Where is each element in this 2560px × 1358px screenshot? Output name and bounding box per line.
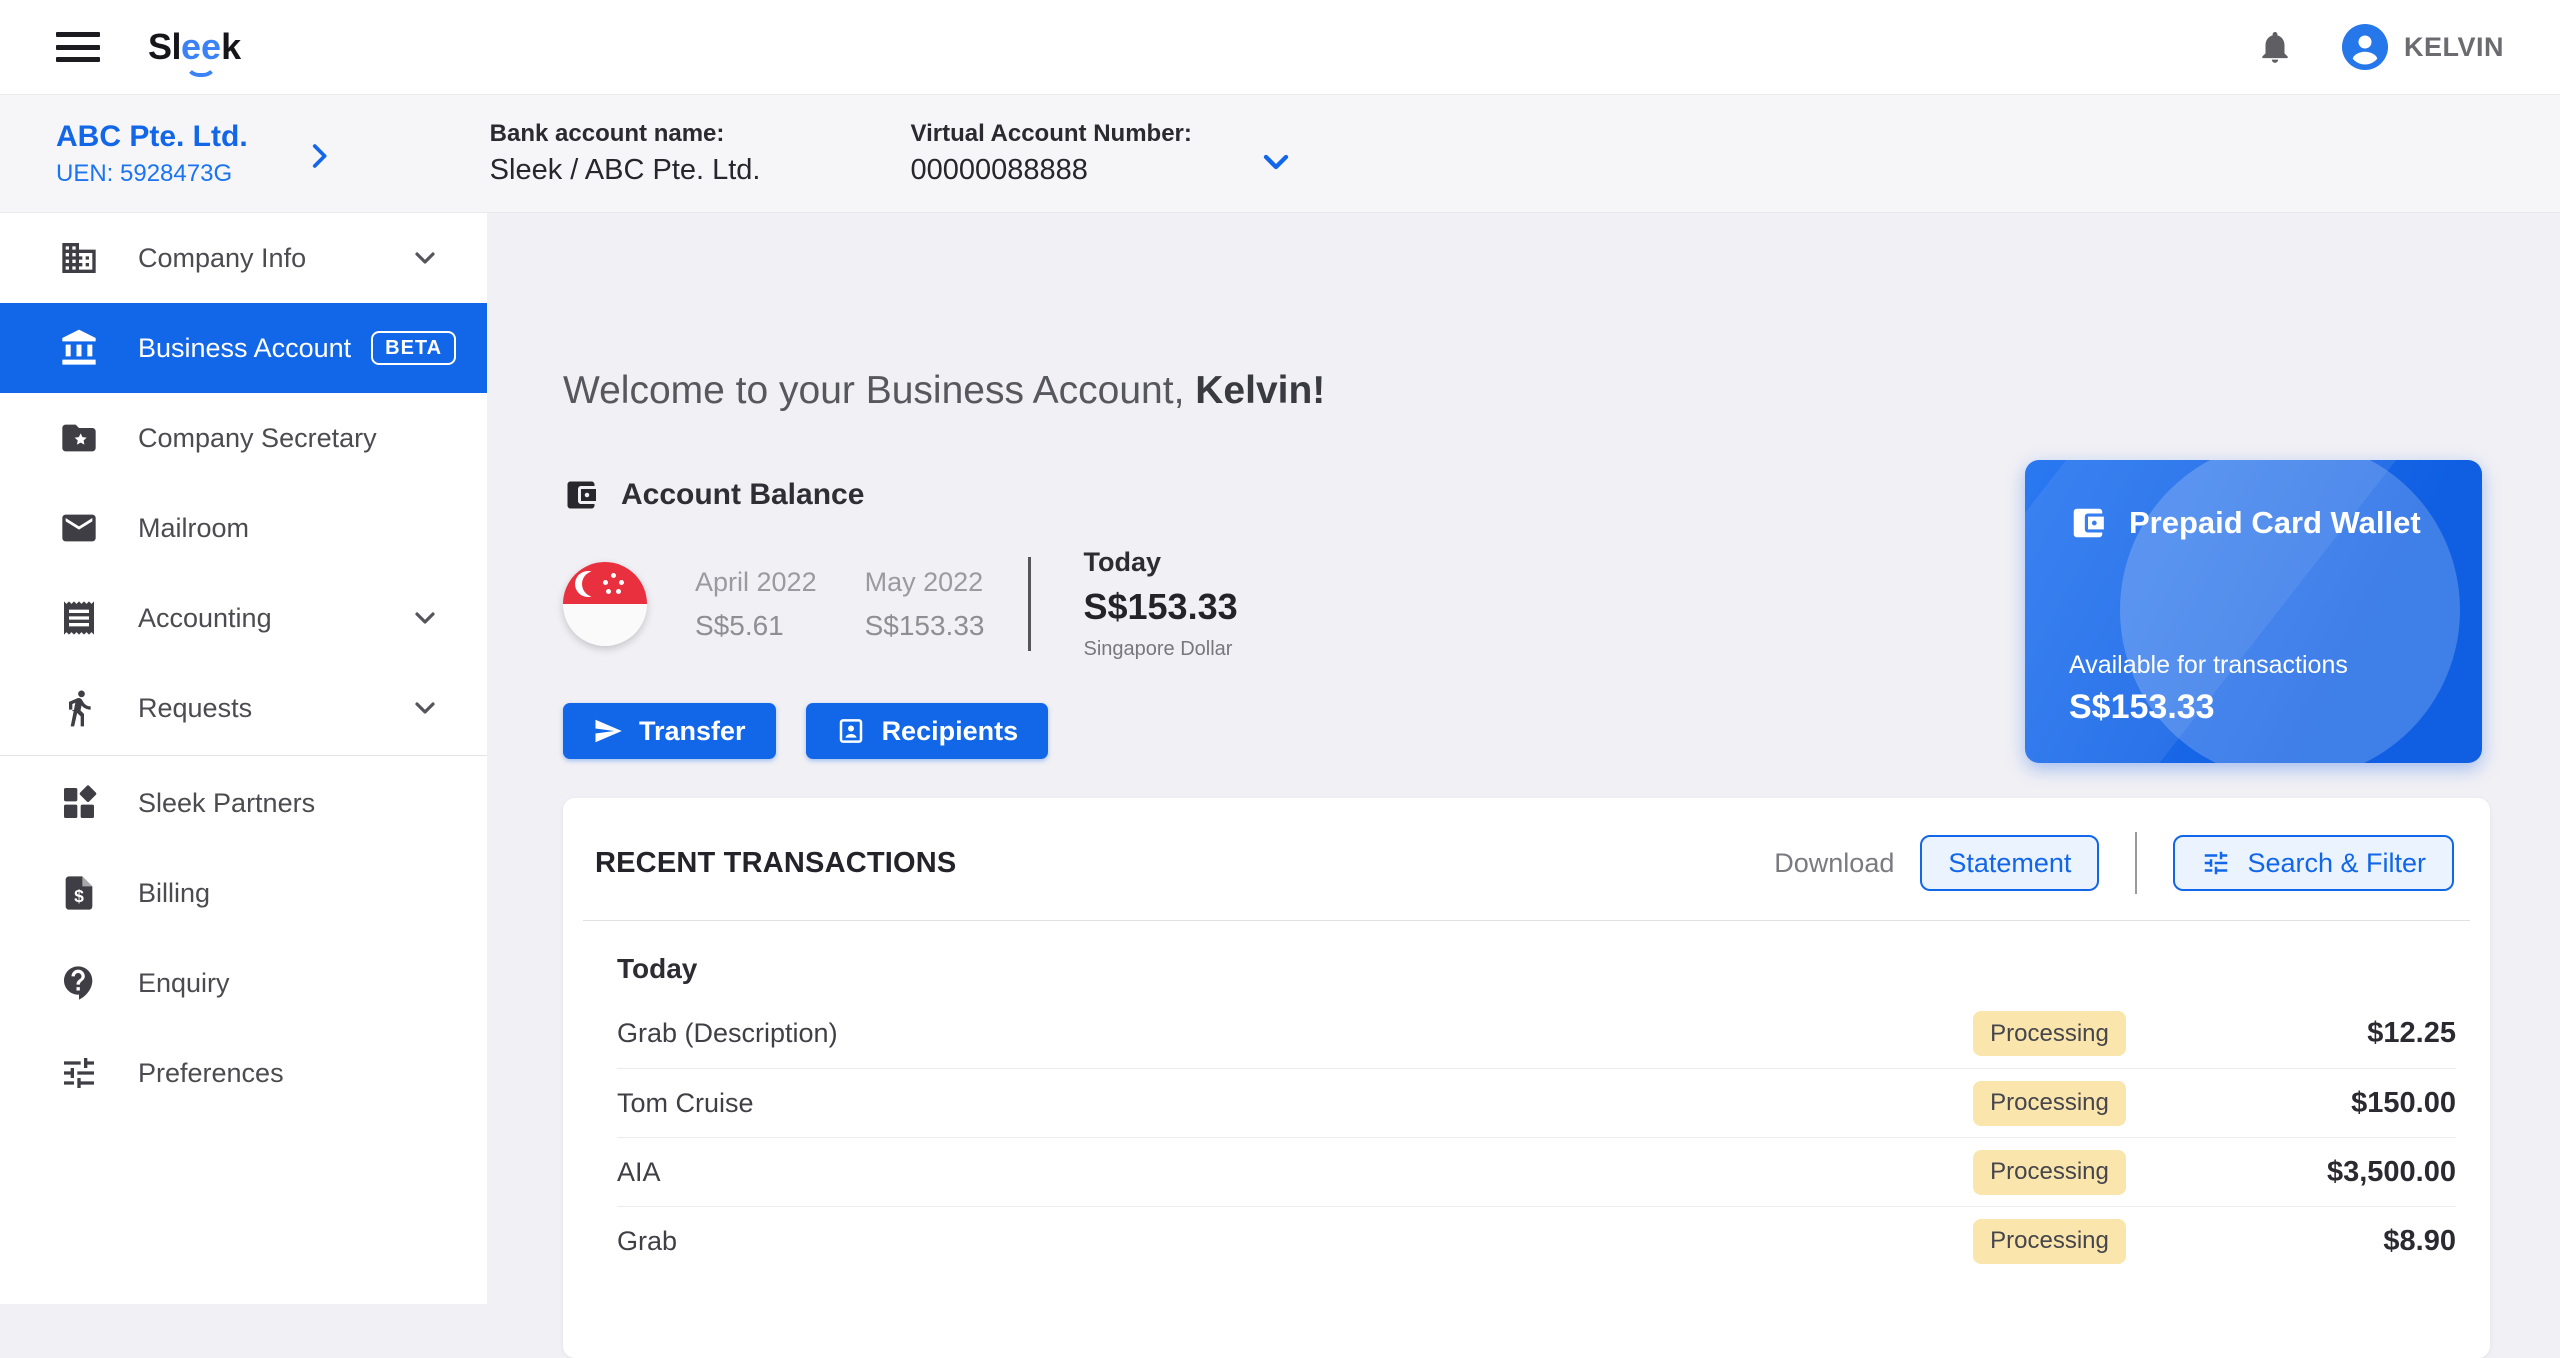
building-icon: [58, 237, 100, 279]
chevron-right-icon: [312, 143, 327, 168]
top-navbar: Sleek KELVIN: [0, 0, 2560, 95]
question-bubble-icon: [58, 962, 100, 1004]
header-divider: [583, 920, 2470, 921]
sidebar-item-billing[interactable]: $ Billing: [0, 848, 487, 938]
welcome-user-name: Kelvin!: [1195, 369, 1326, 412]
balance-today: Today S$153.33 Singapore Dollar: [1083, 547, 1238, 660]
beta-badge: BETA: [371, 331, 457, 365]
chevron-down-icon: [415, 702, 435, 714]
company-bar: ABC Pte. Ltd. UEN: 5928473G Bank account…: [0, 95, 2560, 213]
main-content: Welcome to your Business Account, Kelvin…: [487, 213, 2560, 1358]
wallet-card-subtitle: Available for transactions: [2069, 651, 2348, 679]
chevron-down-icon: [415, 252, 435, 264]
status-badge: Processing: [1973, 1149, 2126, 1195]
sidebar-item-enquiry[interactable]: Enquiry: [0, 938, 487, 1028]
sliders-icon: [58, 1052, 100, 1094]
sleek-logo[interactable]: Sleek: [148, 26, 241, 77]
balance-divider: [1028, 557, 1032, 651]
svg-text:$: $: [74, 886, 84, 906]
transaction-row[interactable]: AIA Processing $3,500.00: [617, 1137, 2456, 1206]
sidebar-item-business-account[interactable]: Business Account BETA: [0, 303, 487, 393]
virtual-account-number-value: 00000088888: [910, 154, 1088, 186]
transactions-title: RECENT TRANSACTIONS: [595, 846, 957, 879]
company-uen: UEN: 5928473G: [56, 159, 233, 187]
contact-card-icon: [839, 719, 862, 743]
status-badge: Processing: [1973, 1080, 2126, 1126]
search-filter-button[interactable]: Search & Filter: [2173, 835, 2454, 891]
sidebar-item-accounting[interactable]: Accounting: [0, 573, 487, 663]
today-balance-amount: S$153.33: [1083, 586, 1238, 627]
sidebar-item-company-info[interactable]: Company Info: [0, 213, 487, 303]
bank-account-name-label: Bank account name:: [489, 120, 725, 147]
transaction-row[interactable]: Tom Cruise Processing $150.00: [617, 1068, 2456, 1137]
status-badge: Processing: [1973, 1218, 2126, 1264]
transaction-row[interactable]: Grab (Description) Processing $12.25: [617, 999, 2456, 1068]
wallet-card-amount: S$153.33: [2069, 688, 2215, 726]
user-avatar-icon: [2341, 24, 2388, 70]
controls-divider: [2135, 832, 2138, 894]
transaction-amount: $150.00: [2351, 1086, 2456, 1119]
partners-grid-icon: [58, 782, 100, 824]
transaction-name: Grab (Description): [617, 1018, 838, 1048]
recent-transactions-panel: RECENT TRANSACTIONS Download Statement S…: [563, 798, 2490, 1358]
statement-button[interactable]: Statement: [1920, 835, 2100, 891]
wallet-card-title: Prepaid Card Wallet: [2129, 505, 2421, 540]
receipt-icon: [58, 597, 100, 639]
sidebar-item-preferences[interactable]: Preferences: [0, 1028, 487, 1118]
account-balance-title: Account Balance: [621, 478, 865, 511]
balance-history-april: April 2022 S$5.61: [695, 566, 817, 641]
download-label: Download: [1774, 847, 1895, 878]
prepaid-card-wallet-card[interactable]: Prepaid Card Wallet Available for transa…: [2025, 460, 2482, 763]
walking-person-icon: [58, 687, 100, 729]
chevron-down-icon[interactable]: [1256, 142, 1296, 182]
transaction-amount: $12.25: [2367, 1017, 2456, 1049]
singapore-flag-icon: [563, 562, 647, 646]
folder-star-icon: [58, 417, 100, 459]
currency-label: Singapore Dollar: [1083, 638, 1233, 660]
virtual-account-number-label: Virtual Account Number:: [910, 120, 1192, 147]
logo-smile-icon: [185, 63, 217, 77]
company-name: ABC Pte. Ltd.: [56, 119, 248, 153]
user-menu[interactable]: KELVIN: [2341, 24, 2504, 70]
balance-history-may: May 2022 S$153.33: [864, 566, 985, 641]
sidebar-item-mailroom[interactable]: Mailroom: [0, 483, 487, 573]
transaction-row[interactable]: Grab Processing $8.90: [617, 1206, 2456, 1275]
transaction-amount: $3,500.00: [2326, 1155, 2456, 1188]
wallet-icon: [2073, 508, 2104, 538]
sidebar-nav: Company Info Business Account BETA Compa…: [0, 213, 487, 1304]
transaction-amount: $8.90: [2383, 1224, 2456, 1257]
company-switcher[interactable]: ABC Pte. Ltd. UEN: 5928473G: [56, 120, 336, 188]
status-badge: Processing: [1973, 1011, 2126, 1056]
transfer-button[interactable]: Transfer: [563, 703, 776, 759]
billing-document-icon: $: [58, 872, 100, 914]
bank-icon: [58, 327, 100, 369]
recipients-button[interactable]: Recipients: [805, 703, 1049, 759]
transaction-name: Grab: [617, 1225, 678, 1256]
send-icon: [595, 719, 622, 743]
sidebar-item-sleek-partners[interactable]: Sleek Partners: [0, 758, 487, 848]
sidebar-divider: [0, 755, 487, 756]
transaction-name: AIA: [617, 1156, 661, 1187]
wallet-icon: [567, 481, 596, 509]
sidebar-item-company-secretary[interactable]: Company Secretary: [0, 393, 487, 483]
chevron-down-icon: [415, 612, 435, 624]
sidebar-item-requests[interactable]: Requests: [0, 663, 487, 753]
notification-bell-icon[interactable]: [2256, 28, 2294, 66]
hamburger-menu-icon[interactable]: [56, 32, 100, 62]
filter-sliders-icon: [2205, 851, 2228, 875]
welcome-heading: Welcome to your Business Account, Kelvin…: [563, 369, 1326, 412]
bank-account-name-value: Sleek / ABC Pte. Ltd.: [489, 154, 761, 186]
user-name: KELVIN: [2403, 31, 2504, 62]
transaction-name: Tom Cruise: [617, 1087, 754, 1118]
transactions-group-label: Today: [617, 953, 698, 984]
envelope-icon: [58, 507, 100, 549]
